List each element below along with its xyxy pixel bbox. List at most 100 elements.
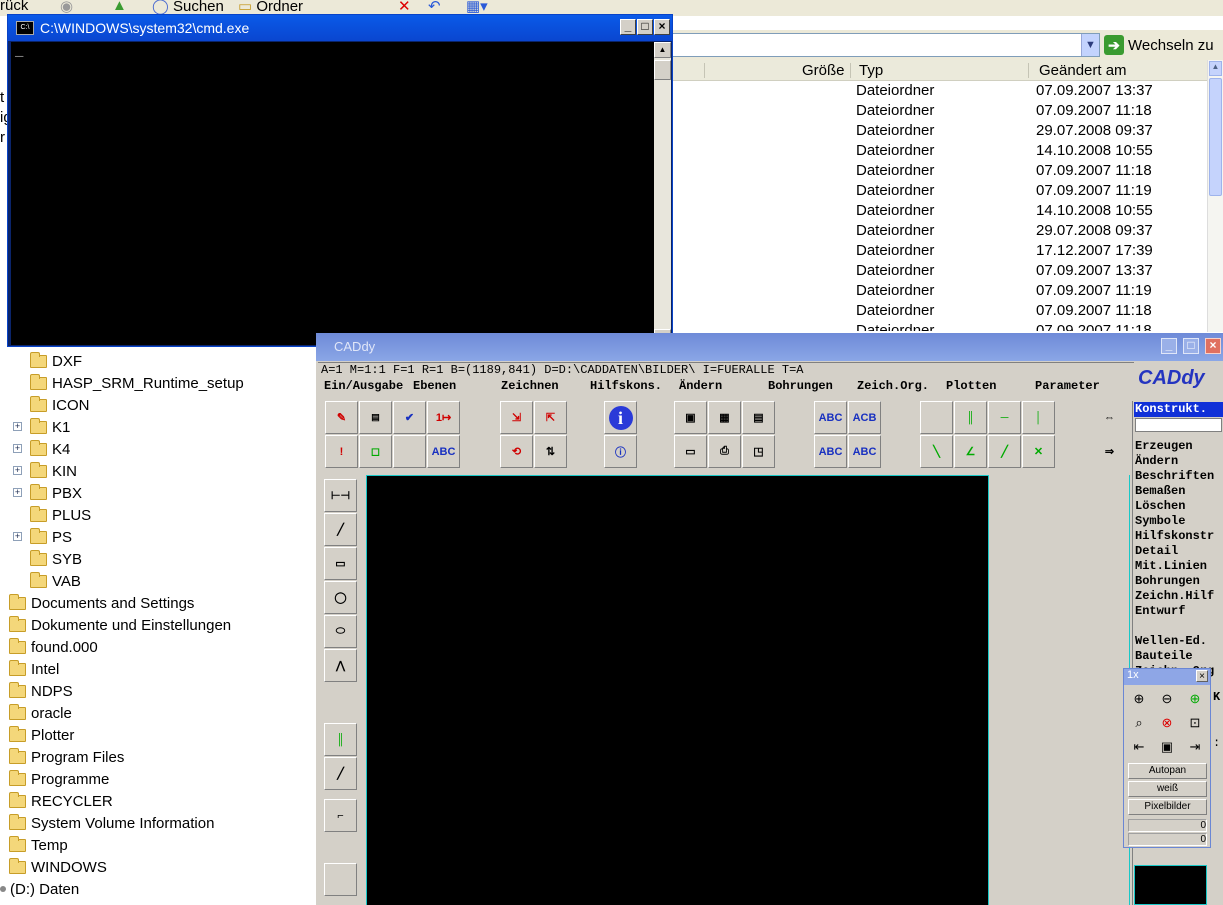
tree-item[interactable]: Temp bbox=[9, 834, 68, 856]
dimension-edit-icon[interactable]: 1 ↦ bbox=[427, 401, 460, 434]
edit-file-icon[interactable]: ✎ bbox=[325, 401, 358, 434]
address-dropdown-icon[interactable]: ▼ bbox=[1081, 34, 1099, 56]
print-icon[interactable]: ⎙ bbox=[708, 435, 741, 468]
tree-item[interactable]: RECYCLER bbox=[9, 790, 113, 812]
close-button[interactable]: × bbox=[1196, 670, 1208, 682]
table-row[interactable]: Dateiordner 17.12.2007 17:39 bbox=[672, 241, 1207, 261]
abc-edit-icon[interactable]: ABC bbox=[427, 435, 460, 468]
rectangle-green-icon[interactable]: ◻ bbox=[359, 435, 392, 468]
tree-item[interactable]: HASP_SRM_Runtime_setup bbox=[30, 372, 244, 394]
tree-item[interactable]: PLUS bbox=[30, 504, 91, 526]
cmd-console[interactable]: _ bbox=[11, 42, 654, 345]
minimize-button[interactable]: _ bbox=[620, 19, 636, 35]
zoom-cancel-icon[interactable]: ⊗ bbox=[1155, 712, 1179, 734]
polyline-tool-icon[interactable]: ⋀ bbox=[324, 649, 357, 682]
side-menu-item[interactable]: Mit.Linien bbox=[1134, 559, 1223, 574]
side-menu-item[interactable]: Wellen-Ed. bbox=[1134, 634, 1223, 649]
menu-bohrungen[interactable]: Bohrungen bbox=[768, 379, 833, 393]
scroll-thumb[interactable] bbox=[1209, 78, 1222, 196]
pan-right-icon[interactable]: ⇥ bbox=[1183, 736, 1207, 758]
double-arrow-icon[interactable]: ⇔ bbox=[1093, 401, 1126, 434]
up-folder-icon[interactable]: ▲ bbox=[112, 0, 127, 14]
side-menu-item[interactable]: Ändern bbox=[1134, 454, 1223, 469]
menu-aendern[interactable]: Ändern bbox=[679, 379, 722, 393]
window-layout-icon-3[interactable]: ▤ bbox=[742, 401, 775, 434]
tree-item[interactable]: VAB bbox=[30, 570, 81, 592]
side-menu-item[interactable]: Detail bbox=[1134, 544, 1223, 559]
minimize-button[interactable]: _ bbox=[1161, 338, 1177, 354]
tree-item[interactable]: Program Files bbox=[9, 746, 124, 768]
side-menu-item[interactable]: Erzeugen bbox=[1134, 439, 1223, 454]
snap-tool-icon[interactable]: ⌐ bbox=[324, 799, 357, 832]
text-move-icon[interactable]: ABC bbox=[848, 435, 881, 468]
side-menu-item[interactable]: Beschriften bbox=[1134, 469, 1223, 484]
expand-icon[interactable]: + bbox=[13, 466, 22, 475]
autopan-button[interactable]: Autopan bbox=[1128, 763, 1207, 779]
zoom-in-icon[interactable]: ⊕ bbox=[1127, 688, 1151, 710]
cmd-scrollbar[interactable]: ▲ ▼ bbox=[654, 42, 671, 345]
menu-plotten[interactable]: Plotten bbox=[946, 379, 996, 393]
expand-icon[interactable]: + bbox=[13, 532, 22, 541]
ellipse-tool-icon[interactable]: ⬭ bbox=[324, 615, 357, 648]
zoom-out-icon[interactable]: ⊖ bbox=[1155, 688, 1179, 710]
slope-line-icon[interactable]: ╱ bbox=[988, 435, 1021, 468]
expand-icon[interactable]: + bbox=[13, 444, 22, 453]
text-acb-icon[interactable]: ACB bbox=[848, 401, 881, 434]
side-menu-item[interactable]: Bohrungen bbox=[1134, 574, 1223, 589]
side-menu-item[interactable]: Zeichn.Hilf bbox=[1134, 589, 1223, 604]
side-menu-item[interactable]: Hilfskonstr bbox=[1134, 529, 1223, 544]
text-stretch-icon[interactable]: ABC bbox=[814, 435, 847, 468]
zoom-window-icon[interactable]: ⌕ bbox=[1127, 712, 1151, 734]
table-row[interactable]: Dateiordner 07.09.2007 11:19 bbox=[672, 281, 1207, 301]
arrow-right-icon[interactable]: ⇒ bbox=[1093, 435, 1126, 468]
close-button[interactable]: × bbox=[1205, 338, 1221, 354]
table-row[interactable]: Dateiordner 07.09.2007 13:37 bbox=[672, 261, 1207, 281]
folders-button[interactable]: ▭ Ordner bbox=[238, 0, 303, 15]
drawing-canvas[interactable] bbox=[366, 475, 988, 905]
file-list-scrollbar[interactable]: ▲ bbox=[1207, 60, 1223, 332]
warning-edit-icon[interactable]: ! bbox=[325, 435, 358, 468]
table-row[interactable]: Dateiordner 29.07.2008 09:37 bbox=[672, 121, 1207, 141]
side-menu-item[interactable]: Konstrukt. bbox=[1134, 402, 1223, 417]
tree-item[interactable]: + PS bbox=[13, 526, 72, 548]
expand-icon[interactable]: + bbox=[13, 422, 22, 431]
table-row[interactable]: Dateiordner 29.07.2008 09:37 bbox=[672, 221, 1207, 241]
pixelbilder-button[interactable]: Pixelbilder bbox=[1128, 799, 1207, 815]
scroll-up-icon[interactable]: ▲ bbox=[654, 42, 671, 58]
undo-icon[interactable]: ↶ bbox=[428, 0, 441, 15]
tree-item[interactable]: ICON bbox=[30, 394, 90, 416]
table-row[interactable]: Dateiordner 07.09.2007 11:19 bbox=[672, 181, 1207, 201]
column-size[interactable]: Größe bbox=[802, 62, 845, 79]
window-layout-icon-1[interactable]: ▣ bbox=[674, 401, 707, 434]
side-menu-item[interactable]: Löschen bbox=[1134, 499, 1223, 514]
copy-tool-icon[interactable]: ⇲ bbox=[500, 401, 533, 434]
tree-item[interactable]: (D:) Daten bbox=[0, 878, 79, 900]
tree-item[interactable]: Plotter bbox=[9, 724, 74, 746]
tree-item[interactable]: NDPS bbox=[9, 680, 73, 702]
rotate-tool-icon[interactable]: ⟲ bbox=[500, 435, 533, 468]
info-icon[interactable] bbox=[604, 401, 637, 434]
column-type[interactable]: Typ bbox=[859, 62, 883, 79]
scroll-thumb[interactable] bbox=[654, 60, 671, 80]
tree-item[interactable]: + K1 bbox=[13, 416, 70, 438]
table-row[interactable]: Dateiordner 07.09.2007 11:18 bbox=[672, 321, 1207, 331]
tree-item[interactable]: + K4 bbox=[13, 438, 70, 460]
mirror-tool-icon[interactable]: ⇅ bbox=[534, 435, 567, 468]
pan-left-icon[interactable]: ⇤ bbox=[1127, 736, 1151, 758]
tree-item[interactable]: + PBX bbox=[13, 482, 82, 504]
blank-tool-icon[interactable] bbox=[393, 435, 426, 468]
tree-item[interactable]: DXF bbox=[30, 350, 82, 372]
column-modified[interactable]: Geändert am bbox=[1039, 62, 1127, 79]
tree-item[interactable]: Programme bbox=[9, 768, 109, 790]
horizontal-line-icon[interactable]: ─ bbox=[988, 401, 1021, 434]
vertical-line-icon[interactable]: │ bbox=[1022, 401, 1055, 434]
menu-hilfskons[interactable]: Hilfskons. bbox=[590, 379, 662, 393]
white-button[interactable]: weiß bbox=[1128, 781, 1207, 797]
text-abc-icon[interactable]: ABC bbox=[814, 401, 847, 434]
text-symbol-icon[interactable]: ▤ bbox=[359, 401, 392, 434]
tree-item[interactable]: System Volume Information bbox=[9, 812, 214, 834]
table-row[interactable]: Dateiordner 07.09.2007 11:18 bbox=[672, 101, 1207, 121]
angle-line-icon[interactable]: ∠ bbox=[954, 435, 987, 468]
scroll-up-icon[interactable]: ▲ bbox=[1209, 61, 1222, 76]
zoom-fit-icon[interactable]: ⊕ bbox=[1183, 688, 1207, 710]
